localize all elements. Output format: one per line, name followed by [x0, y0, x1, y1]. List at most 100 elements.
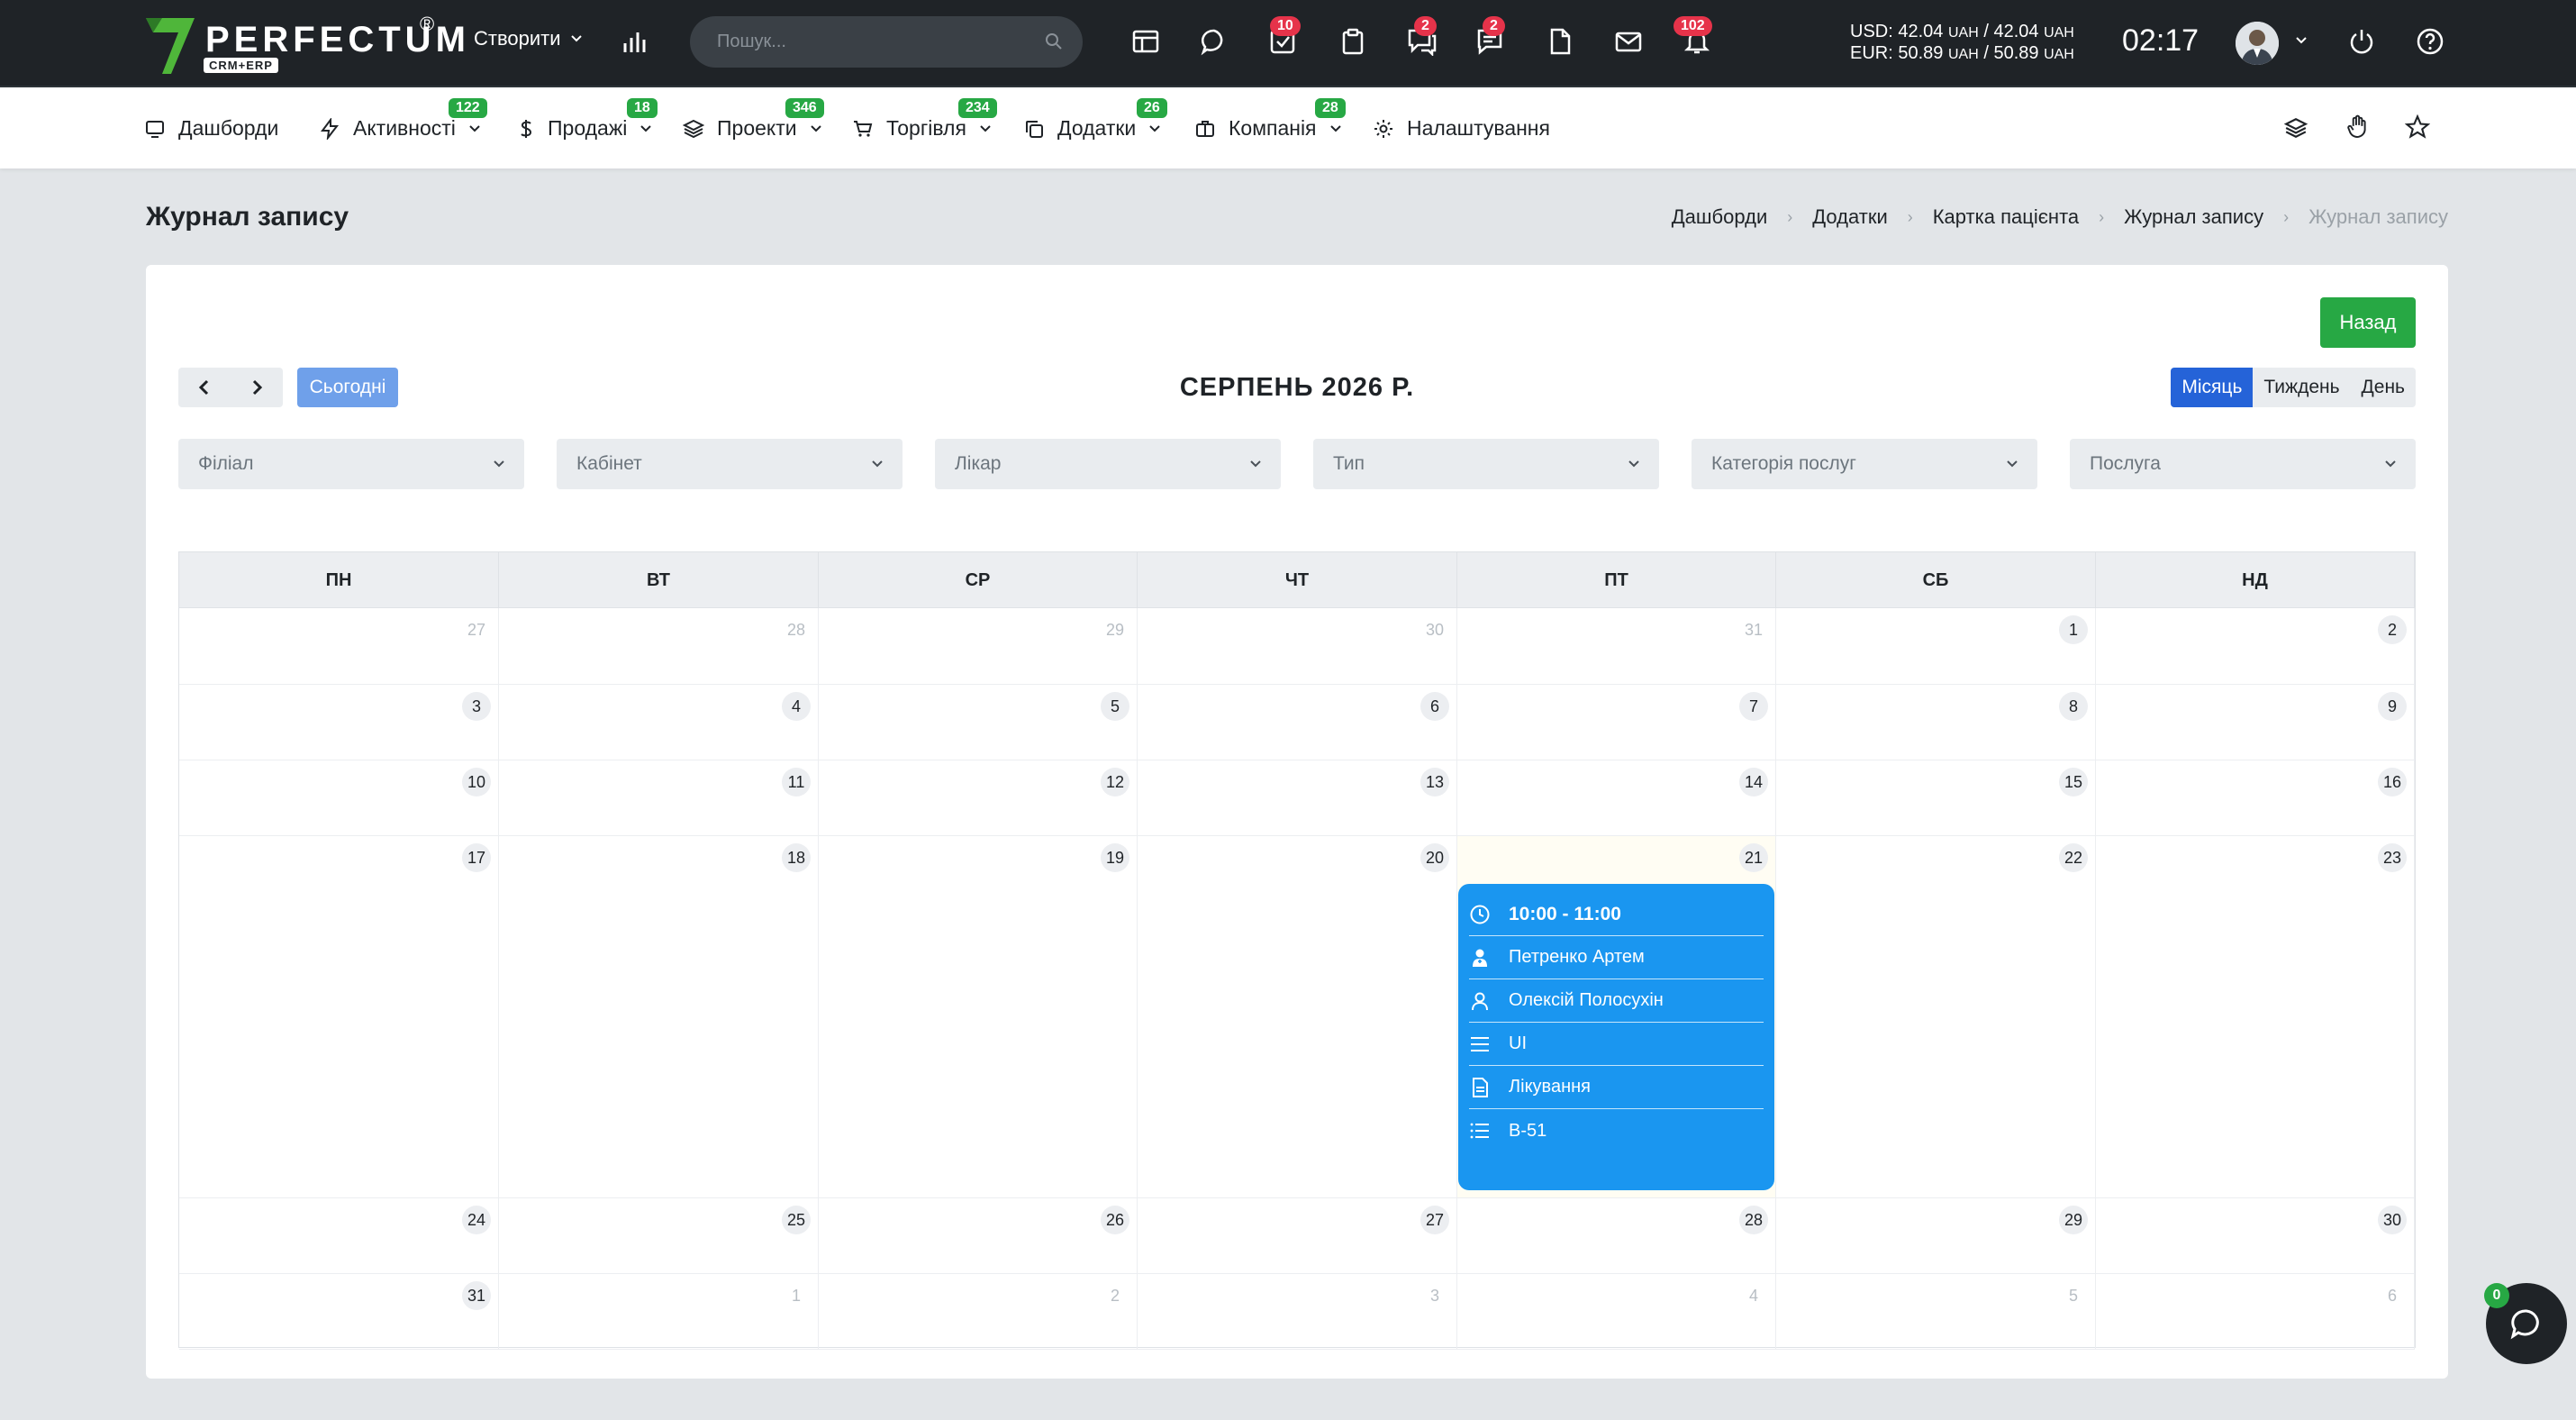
day-number[interactable]: 29	[2058, 1206, 2088, 1234]
create-button[interactable]: Створити	[474, 27, 583, 50]
day-cell[interactable]: 20	[1138, 836, 1457, 1198]
day-cell[interactable]: 8	[1776, 685, 2096, 760]
day-number[interactable]: 1	[2059, 615, 2088, 644]
day-cell[interactable]: 3	[179, 685, 499, 760]
day-number[interactable]: 8	[2059, 692, 2088, 721]
day-cell[interactable]: 10	[179, 760, 499, 836]
day-cell[interactable]: 27	[1138, 1198, 1457, 1274]
day-number[interactable]: 15	[2058, 768, 2088, 796]
day-cell[interactable]: 29	[1776, 1198, 2096, 1274]
breadcrumb-addons[interactable]: Додатки	[1812, 205, 1887, 229]
nav-addons[interactable]: Додатки	[1023, 116, 1161, 141]
day-cell[interactable]: 14	[1457, 760, 1776, 836]
day-cell[interactable]: 17	[179, 836, 499, 1198]
day-cell[interactable]: 29	[819, 608, 1138, 685]
day-cell[interactable]: 7	[1457, 685, 1776, 760]
day-number[interactable]: 3	[1420, 1281, 1449, 1310]
nav-sales[interactable]: Продажі	[517, 116, 652, 141]
day-number[interactable]: 3	[462, 692, 491, 721]
profile-chevron-icon[interactable]	[2295, 36, 2308, 45]
day-cell[interactable]: 5	[819, 685, 1138, 760]
day-cell[interactable]: 6	[2096, 1274, 2415, 1350]
day-number[interactable]: 22	[2058, 843, 2088, 872]
table-icon[interactable]	[1131, 27, 1160, 56]
day-number[interactable]: 14	[1738, 768, 1768, 796]
star-icon[interactable]	[2405, 114, 2430, 140]
filter-service-category[interactable]: Категорія послуг	[1692, 439, 2037, 489]
day-number[interactable]: 2	[1101, 1281, 1129, 1310]
day-cell[interactable]: 2	[2096, 608, 2415, 685]
day-number[interactable]: 31	[1739, 615, 1768, 644]
day-number[interactable]: 21	[1738, 843, 1768, 872]
day-cell[interactable]: 31	[179, 1274, 499, 1350]
breadcrumb-patient-card[interactable]: Картка пацієнта	[1933, 205, 2079, 229]
filter-service[interactable]: Послуга	[2070, 439, 2416, 489]
day-number[interactable]: 28	[782, 615, 811, 644]
day-number[interactable]: 30	[2377, 1206, 2407, 1234]
day-number[interactable]: 19	[1100, 843, 1129, 872]
day-number[interactable]: 5	[1101, 692, 1129, 721]
nav-activities[interactable]: Активності	[319, 116, 481, 141]
day-cell[interactable]: 30	[1138, 608, 1457, 685]
day-cell[interactable]: 25	[499, 1198, 819, 1274]
mail-icon[interactable]	[1614, 27, 1643, 56]
day-cell[interactable]: 23	[2096, 836, 2415, 1198]
day-cell[interactable]: 28	[1457, 1198, 1776, 1274]
day-number[interactable]: 20	[1420, 843, 1449, 872]
day-cell[interactable]: 27	[179, 608, 499, 685]
day-cell[interactable]: 3	[1138, 1274, 1457, 1350]
day-number[interactable]: 24	[461, 1206, 491, 1234]
help-icon[interactable]	[2416, 27, 2444, 56]
day-cell[interactable]: 9	[2096, 685, 2415, 760]
day-cell[interactable]: 26	[819, 1198, 1138, 1274]
day-number[interactable]: 27	[462, 615, 491, 644]
day-number[interactable]: 31	[461, 1281, 491, 1310]
breadcrumb-dashboards[interactable]: Дашборди	[1672, 205, 1767, 229]
avatar[interactable]	[2236, 22, 2279, 65]
day-number[interactable]: 25	[781, 1206, 811, 1234]
message-circle-icon[interactable]	[1200, 27, 1229, 56]
day-cell[interactable]: 4	[499, 685, 819, 760]
day-number[interactable]: 10	[461, 768, 491, 796]
day-cell[interactable]: 1	[499, 1274, 819, 1350]
day-number[interactable]: 29	[1101, 615, 1129, 644]
file-icon[interactable]	[1546, 27, 1574, 56]
hand-icon[interactable]	[2345, 114, 2369, 140]
day-number[interactable]: 23	[2377, 843, 2407, 872]
day-cell[interactable]: 4	[1457, 1274, 1776, 1350]
day-cell[interactable]: 5	[1776, 1274, 2096, 1350]
nav-company[interactable]: Компанія	[1194, 116, 1342, 141]
day-cell[interactable]: 13	[1138, 760, 1457, 836]
day-number[interactable]: 9	[2378, 692, 2407, 721]
view-month-button[interactable]: Місяць	[2171, 368, 2254, 407]
next-month-button[interactable]	[231, 368, 283, 407]
filter-type[interactable]: Тип	[1313, 439, 1659, 489]
day-number[interactable]: 4	[1739, 1281, 1768, 1310]
day-cell[interactable]: 18	[499, 836, 819, 1198]
day-cell[interactable]: 22	[1776, 836, 2096, 1198]
day-cell[interactable]: 30	[2096, 1198, 2415, 1274]
view-day-button[interactable]: День	[2351, 368, 2416, 407]
day-number[interactable]: 12	[1100, 768, 1129, 796]
day-number[interactable]: 6	[2378, 1281, 2407, 1310]
today-button[interactable]: Сьогодні	[297, 368, 398, 407]
nav-settings[interactable]: Налаштування	[1373, 116, 1550, 141]
chart-bars-icon[interactable]	[621, 27, 650, 56]
day-number[interactable]: 5	[2059, 1281, 2088, 1310]
day-number[interactable]: 1	[782, 1281, 811, 1310]
logo[interactable]: PERFECTUM ® CRM+ERP	[144, 13, 466, 76]
day-cell[interactable]: 19	[819, 836, 1138, 1198]
day-cell[interactable]: 6	[1138, 685, 1457, 760]
day-number[interactable]: 27	[1420, 1206, 1449, 1234]
day-cell[interactable]: 12	[819, 760, 1138, 836]
nav-trade[interactable]: Торгівля	[852, 116, 992, 141]
day-number[interactable]: 6	[1420, 692, 1449, 721]
filter-branch[interactable]: Філіал	[178, 439, 524, 489]
day-cell[interactable]: 16	[2096, 760, 2415, 836]
day-number[interactable]: 16	[2377, 768, 2407, 796]
day-number[interactable]: 4	[782, 692, 811, 721]
search-icon[interactable]	[1045, 32, 1063, 50]
filter-doctor[interactable]: Лікар	[935, 439, 1281, 489]
layers-toggle-icon[interactable]	[2284, 116, 2308, 140]
back-button[interactable]: Назад	[2320, 297, 2416, 348]
